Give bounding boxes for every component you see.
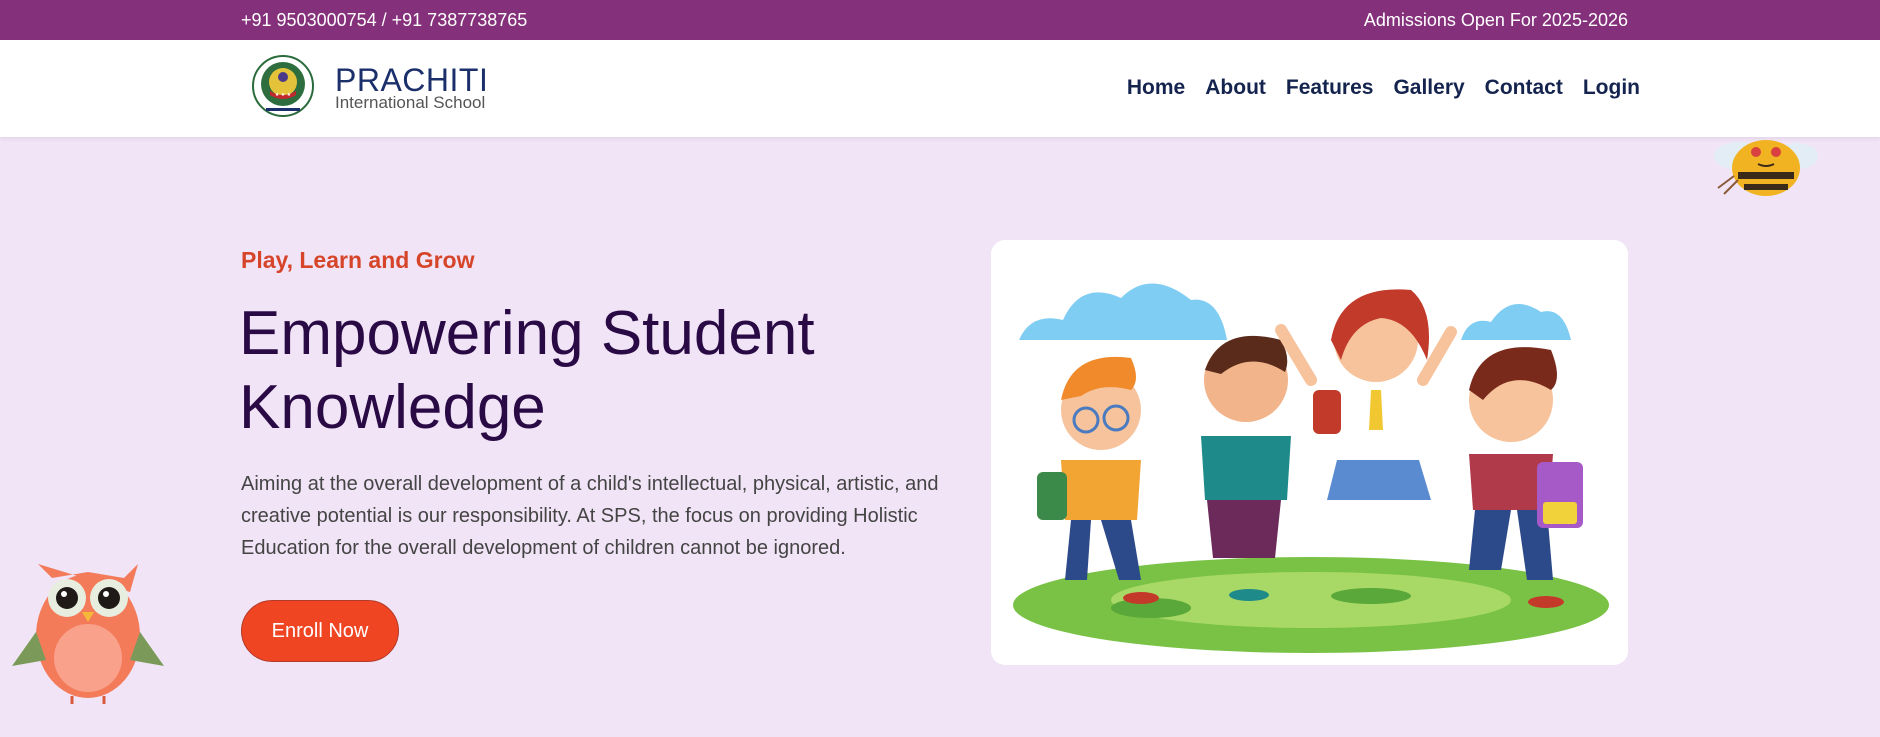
nav-gallery[interactable]: Gallery: [1393, 76, 1464, 100]
top-bar: +91 9503000754 / +91 7387738765 Admissio…: [0, 0, 1880, 40]
hero-eyebrow: Play, Learn and Grow: [241, 247, 475, 273]
school-logo-icon[interactable]: ★ ★ ★: [252, 55, 314, 117]
kid-4: [1469, 347, 1583, 608]
nav-features[interactable]: Features: [1286, 76, 1374, 100]
enroll-now-button[interactable]: Enroll Now: [241, 600, 399, 662]
admissions-notice: Admissions Open For 2025-2026: [1363, 10, 1628, 30]
main-nav: Home About Features Gallery Contact Logi…: [1127, 76, 1640, 100]
nav-about[interactable]: About: [1205, 76, 1266, 100]
bee-icon: [1714, 140, 1818, 196]
owl-icon: [12, 564, 164, 704]
hero-description: Aiming at the overall development of a c…: [241, 473, 939, 559]
nav-home[interactable]: Home: [1127, 76, 1185, 100]
svg-text:★ ★ ★: ★ ★ ★: [275, 92, 292, 98]
hero-image-card: [991, 240, 1628, 665]
kids-illustration: [1013, 283, 1609, 653]
hero-title: Empowering Student Knowledge: [239, 299, 815, 442]
nav-login[interactable]: Login: [1583, 76, 1640, 100]
nav-contact[interactable]: Contact: [1485, 76, 1563, 100]
contact-phone[interactable]: +91 9503000754 / +91 7387738765: [241, 10, 527, 31]
kid-3: [1275, 289, 1457, 500]
site-header: ★ ★ ★ PRACHITI International School Home…: [0, 40, 1880, 137]
brand-subtitle: International School: [335, 93, 486, 112]
